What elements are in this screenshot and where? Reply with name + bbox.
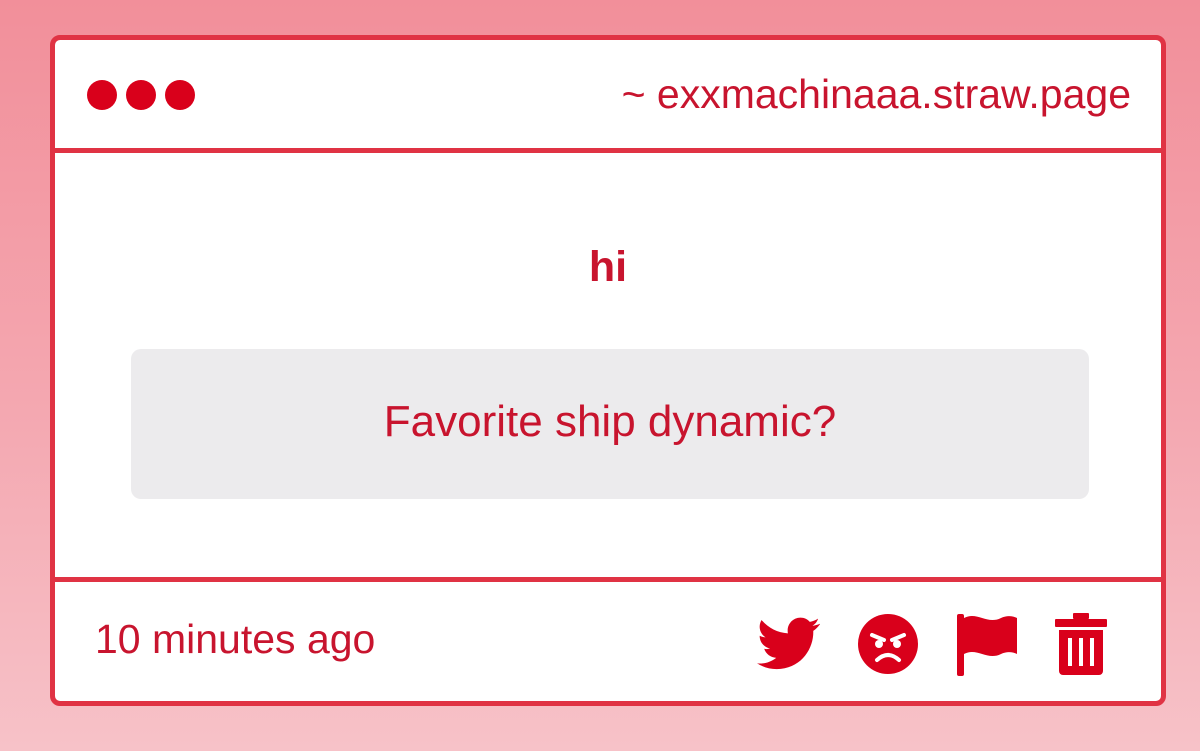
window-dot-1[interactable] — [87, 80, 117, 110]
window-controls — [87, 80, 195, 110]
question-box: Favorite ship dynamic? — [131, 349, 1089, 499]
timestamp: 10 minutes ago — [95, 616, 376, 662]
trash-icon — [1055, 613, 1107, 675]
page-url[interactable]: ~ exxmachinaaa.straw.page — [622, 71, 1131, 118]
flag-icon — [957, 614, 1017, 676]
window-dot-2[interactable] — [126, 80, 156, 110]
post-footer: 10 minutes ago — [55, 577, 1161, 701]
question-text: Favorite ship dynamic? — [383, 397, 837, 446]
title-bar: ~ exxmachinaaa.straw.page — [55, 40, 1161, 153]
block-button[interactable] — [857, 613, 919, 675]
share-twitter-button[interactable] — [757, 617, 821, 671]
delete-button[interactable] — [1055, 613, 1107, 675]
browser-window-card: ~ exxmachinaaa.straw.page hi Favorite sh… — [50, 35, 1166, 706]
window-dot-3[interactable] — [165, 80, 195, 110]
action-bar — [757, 612, 1107, 676]
report-button[interactable] — [955, 612, 1019, 676]
post-title: hi — [588, 243, 628, 291]
twitter-icon — [757, 617, 820, 670]
angry-face-icon — [858, 614, 918, 674]
post-content: hi Favorite ship dynamic? — [55, 153, 1161, 577]
